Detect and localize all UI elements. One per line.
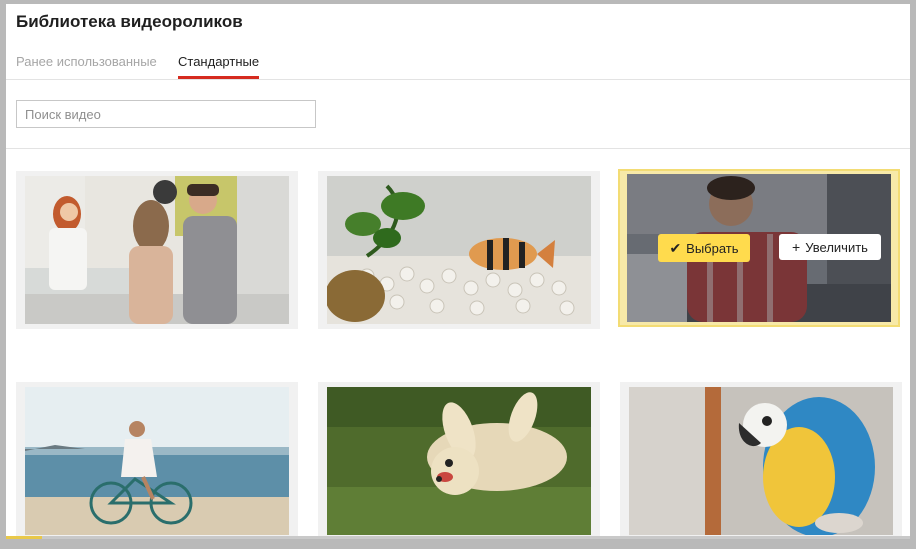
page-title: Библиотека видеороликов: [16, 12, 243, 31]
bottom-accent: [6, 536, 42, 539]
choose-button[interactable]: ✔ Выбрать: [658, 234, 750, 262]
video-thumbnail: [629, 387, 893, 535]
video-thumbnail: [327, 387, 591, 535]
zoom-button-label: Увеличить: [805, 239, 868, 255]
search-input[interactable]: [16, 100, 316, 128]
video-thumbnail: [25, 176, 289, 324]
video-thumbnail: [327, 176, 591, 324]
video-thumbnail: ✔ Выбрать + Увеличить: [627, 174, 891, 322]
check-icon: ✔: [669, 240, 682, 256]
search-divider: [6, 148, 910, 149]
bottom-scrollbar: [6, 536, 910, 539]
plus-icon: +: [792, 239, 801, 255]
tabs-divider: [6, 79, 910, 80]
tab-recent[interactable]: Ранее использованные: [16, 54, 157, 76]
video-card-dog[interactable]: [318, 382, 600, 539]
video-card-aquarium[interactable]: [318, 171, 600, 329]
video-card-pharmacy[interactable]: [16, 171, 298, 329]
video-library-window: Библиотека видеороликов Ранее использова…: [6, 4, 910, 539]
video-card-laptop[interactable]: ✔ Выбрать + Увеличить: [618, 169, 900, 327]
choose-button-label: Выбрать: [686, 240, 739, 256]
video-thumbnail: [25, 387, 289, 535]
video-card-parrot[interactable]: [620, 382, 902, 539]
video-card-bicycle[interactable]: [16, 382, 298, 539]
zoom-button[interactable]: + Увеличить: [779, 234, 881, 260]
tab-standard[interactable]: Стандартные: [178, 54, 260, 79]
